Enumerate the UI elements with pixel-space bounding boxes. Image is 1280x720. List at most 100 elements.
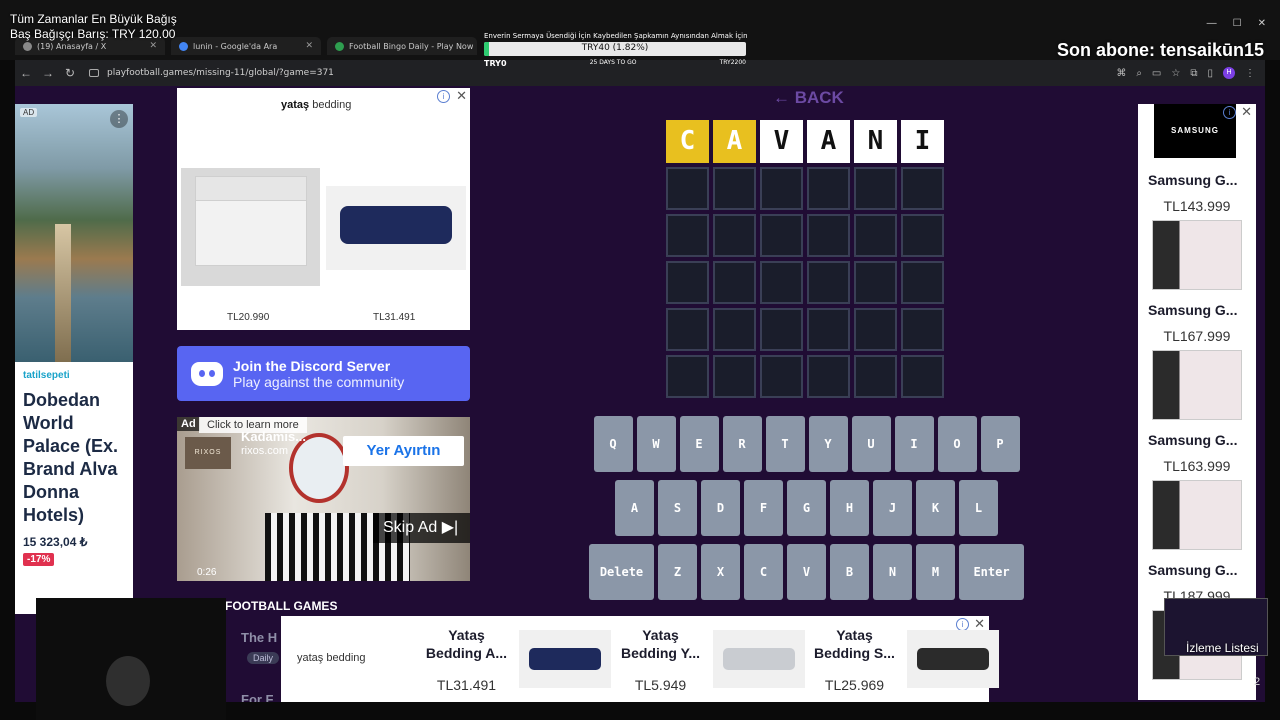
back-button[interactable]: ← BACK (773, 88, 844, 108)
mattress-image[interactable] (326, 186, 466, 270)
maximize-icon[interactable]: ☐ (1233, 18, 1242, 29)
mattress-shape (529, 648, 601, 670)
game-card-title[interactable]: The H (241, 630, 277, 645)
ad-price: 15 323,04 ₺ (23, 535, 88, 549)
key-u[interactable]: U (851, 416, 891, 472)
key-n[interactable]: N (873, 544, 912, 600)
key-s[interactable]: S (658, 480, 697, 536)
key-g[interactable]: G (787, 480, 826, 536)
mattress-image[interactable] (907, 630, 999, 688)
key-i[interactable]: I (894, 416, 934, 472)
extension-icon[interactable]: ⧉ (1190, 68, 1197, 79)
mattress-shape (723, 648, 795, 670)
tab-football[interactable]: Football Bingo Daily - Play Now (327, 37, 477, 55)
key-z[interactable]: Z (658, 544, 697, 600)
football-games-heading: FOOTBALL GAMES (225, 599, 338, 613)
close-icon[interactable]: ✕ (305, 41, 313, 51)
product-item[interactable]: Samsung G... TL163.999 (1138, 432, 1256, 550)
phone-image (1152, 350, 1242, 420)
board-cell (713, 308, 756, 351)
key-o[interactable]: O (937, 416, 977, 472)
key-m[interactable]: M (916, 544, 955, 600)
key-d[interactable]: D (701, 480, 740, 536)
board-row (666, 167, 946, 210)
bookmark-star-icon[interactable]: ☆ (1171, 68, 1180, 79)
board-cell (807, 167, 850, 210)
mattress-image[interactable] (713, 630, 805, 688)
board-cell: A (713, 120, 756, 163)
goal-progress-label: TRY40 (1.82%) (581, 43, 649, 53)
key-w[interactable]: W (636, 416, 676, 472)
ad-info-icon[interactable]: i (1223, 106, 1236, 119)
board-cell (901, 261, 944, 304)
board-cell (713, 355, 756, 398)
close-icon[interactable]: ✕ (149, 41, 157, 51)
sidebar-icon[interactable]: ▯ (1207, 68, 1213, 79)
menu-dots-icon[interactable]: ⋮ (1245, 68, 1255, 79)
keyboard-row: Delete Z X C V B N M Enter (589, 544, 1024, 600)
key-b[interactable]: B (830, 544, 869, 600)
key-delete[interactable]: Delete (589, 544, 654, 600)
key-k[interactable]: K (916, 480, 955, 536)
bottom-product[interactable]: Yataş Bedding S... TL25.969 (807, 626, 902, 693)
bed-image[interactable] (181, 168, 320, 286)
book-now-button[interactable]: Yer Ayırtın (343, 436, 464, 466)
yatas-logo: yataş bedding (281, 99, 351, 111)
click-to-learn[interactable]: Click to learn more (199, 417, 307, 433)
board-cell (666, 261, 709, 304)
cast-icon[interactable]: ▭ (1152, 68, 1161, 79)
key-x[interactable]: X (701, 544, 740, 600)
key-p[interactable]: P (980, 416, 1020, 472)
board-cell (666, 308, 709, 351)
key-v[interactable]: V (787, 544, 826, 600)
game-card-title-2[interactable]: For F (241, 692, 274, 702)
translate-icon[interactable]: ⌘ (1116, 68, 1126, 79)
minimize-icon[interactable]: — (1207, 18, 1217, 29)
key-e[interactable]: E (679, 416, 719, 472)
bottom-product[interactable]: Yataş Bedding Y... TL5.949 (613, 626, 708, 693)
reload-icon[interactable]: ↻ (59, 66, 81, 80)
key-q[interactable]: Q (593, 416, 633, 472)
key-a[interactable]: A (615, 480, 654, 536)
bottom-product[interactable]: Yataş Bedding A... TL31.491 (419, 626, 514, 693)
key-y[interactable]: Y (808, 416, 848, 472)
close-window-icon[interactable]: ✕ (1258, 18, 1266, 29)
key-l[interactable]: L (959, 480, 998, 536)
ad-info-icon[interactable]: i (437, 90, 450, 103)
discord-banner[interactable]: Join the Discord Server Play against the… (177, 346, 470, 401)
ad-close-icon[interactable]: ✕ (456, 88, 467, 104)
zoom-icon[interactable]: ⌕ (1136, 68, 1142, 79)
skip-ad-button[interactable]: Skip Ad ▶| (373, 513, 470, 543)
more-options-icon[interactable]: ⋮ (110, 110, 128, 128)
bed-ad[interactable]: yataş bedding i ✕ TL20.990 TL31.491 (177, 88, 470, 330)
board-cell (713, 214, 756, 257)
video-ad[interactable]: RIXOS Kadamis... rixos.com Ad Click to l… (177, 417, 470, 581)
bottom-banner-ad[interactable]: yataş bedding i ✕ Yataş Bedding A... TL31… (281, 616, 999, 702)
left-skyscraper-ad[interactable]: AD ⋮ tatilsepeti Dobedan World Palace (E… (15, 104, 133, 614)
tab-google[interactable]: lunin - Google'da Ara ✕ (171, 37, 321, 55)
logo-suffix: bedding (312, 99, 352, 111)
key-c[interactable]: C (744, 544, 783, 600)
ad-close-icon[interactable]: ✕ (1241, 104, 1252, 120)
discord-subtitle: Play against the community (233, 373, 405, 390)
site-info-icon[interactable] (89, 69, 99, 77)
product-item[interactable]: Samsung G... TL143.999 (1138, 172, 1256, 290)
back-arrow-icon[interactable]: ← (15, 66, 37, 80)
goal-days-left: 25 DAYS TO GO (589, 59, 637, 66)
forward-arrow-icon[interactable]: → (37, 66, 59, 80)
key-j[interactable]: J (873, 480, 912, 536)
key-enter[interactable]: Enter (959, 544, 1024, 600)
board-cell (901, 355, 944, 398)
board-cell (760, 308, 803, 351)
pier-image (55, 224, 71, 362)
goal-start: TRY0 (484, 59, 507, 68)
mattress-image[interactable] (519, 630, 611, 688)
key-r[interactable]: R (722, 416, 762, 472)
key-t[interactable]: T (765, 416, 805, 472)
product-item[interactable]: Samsung G... TL167.999 (1138, 302, 1256, 420)
profile-avatar[interactable]: H (1223, 67, 1235, 79)
phone-image (1152, 480, 1242, 550)
key-h[interactable]: H (830, 480, 869, 536)
key-f[interactable]: F (744, 480, 783, 536)
google-favicon-icon (179, 41, 188, 51)
